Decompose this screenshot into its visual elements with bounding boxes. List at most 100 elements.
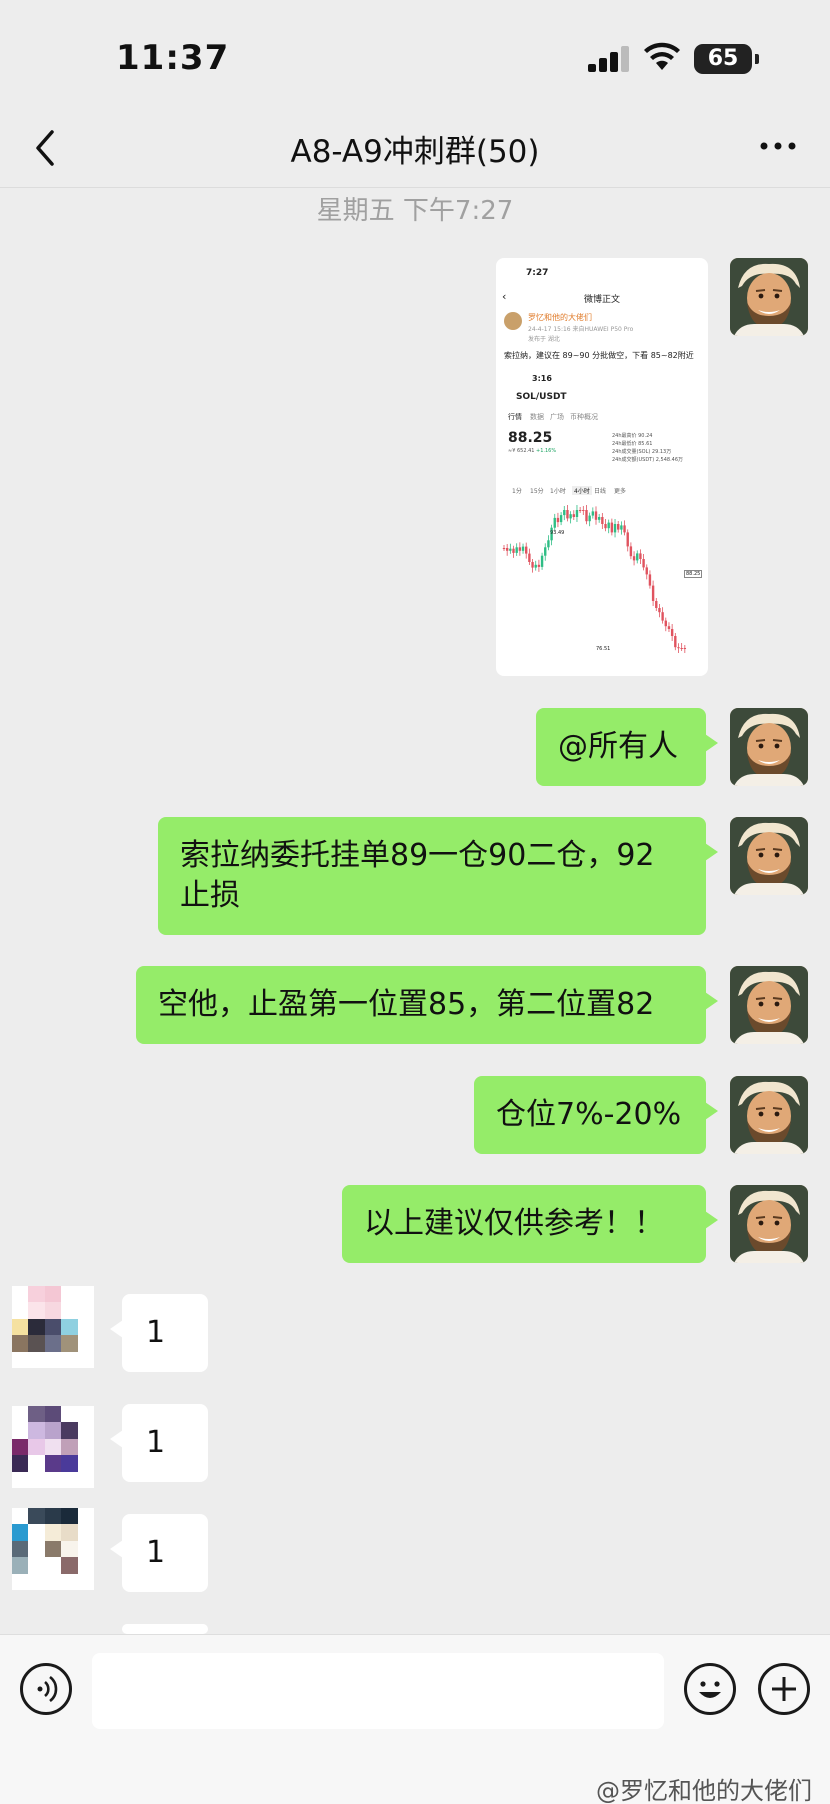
candle-body: [645, 567, 648, 575]
incoming-message[interactable]: 1: [110, 1404, 208, 1482]
outgoing-message[interactable]: 空他，止盈第一位置85，第二位置82: [136, 966, 718, 1044]
candle-body: [553, 517, 556, 528]
signal-icon: [588, 46, 630, 72]
img-interval: 15分: [530, 488, 544, 495]
status-time: 11:37: [116, 38, 230, 78]
own-avatar[interactable]: [730, 966, 808, 1044]
candle-body: [572, 514, 575, 517]
message-text: 止损: [180, 878, 240, 913]
img-interval: 1分: [512, 488, 522, 495]
more-dots-icon[interactable]: [758, 136, 798, 156]
watermark: @罗忆和他的大佬们: [596, 1777, 812, 1804]
img-tab: 行情: [508, 413, 522, 421]
outgoing-message[interactable]: 索拉纳委托挂单89一仓90二仓，92 止损: [158, 817, 718, 935]
img-stat: 24h最低价 85.61: [612, 441, 653, 447]
candle-body: [588, 515, 591, 522]
img-interval: 更多: [614, 488, 627, 495]
candle-body: [651, 585, 655, 601]
img-price-sub: ≈¥ 652.41: [508, 448, 535, 454]
candle-body: [620, 525, 623, 530]
candle-body: [683, 648, 687, 649]
candle-body: [648, 574, 652, 586]
candle-body: [582, 510, 585, 511]
image-message[interactable]: 7:27 微博正文 ‹ 罗忆和他的大佬们 24-4-17 15:16 来自HUA…: [496, 258, 708, 676]
incoming-message[interactable]: 1: [110, 1294, 208, 1372]
candle-body: [559, 515, 563, 523]
message-text: 仓位7%-20%: [496, 1097, 682, 1132]
candle-body: [591, 511, 595, 516]
img-high-label: 93.49: [550, 530, 565, 536]
candle-body: [540, 555, 544, 567]
incoming-message-partial[interactable]: [110, 1624, 208, 1668]
candle-body: [604, 524, 607, 529]
voice-icon[interactable]: [20, 1663, 72, 1715]
candle-body: [509, 548, 512, 551]
emoji-icon[interactable]: [684, 1663, 736, 1715]
message-text: 以上建议仅供参考！！: [364, 1206, 664, 1241]
img-interval: 1小时: [550, 488, 566, 495]
message-input[interactable]: [92, 1653, 664, 1729]
candle-body: [597, 517, 601, 520]
outgoing-message[interactable]: 仓位7%-20%: [474, 1076, 718, 1154]
candle-body: [569, 514, 572, 519]
candle-body: [512, 548, 515, 553]
img-stat: 24h成交量(SOL) 29.13万: [612, 449, 672, 455]
img-interval: 4小时: [572, 486, 592, 495]
candle-body: [655, 601, 658, 608]
member-avatar[interactable]: [12, 1406, 94, 1488]
img-stat: 24h最高价 90.24: [612, 433, 653, 439]
img-status-time: 7:27: [526, 268, 549, 278]
outgoing-message[interactable]: 以上建议仅供参考！！: [342, 1185, 718, 1263]
own-avatar[interactable]: [730, 817, 808, 895]
candle-body: [677, 647, 680, 649]
battery-icon: 65: [694, 44, 759, 74]
img-meta: 24-4-17 15:16 来自HUAWEI P50 Pro: [528, 326, 634, 333]
img-pair: SOL/USDT: [516, 392, 567, 402]
img-author: 罗忆和他的大佬们: [528, 313, 592, 322]
candle-body: [537, 564, 541, 567]
chat-header: A8-A9冲刺群(50): [0, 110, 830, 188]
own-avatar[interactable]: [730, 258, 808, 336]
candle-body: [613, 524, 617, 533]
img-last-label: 88.25: [684, 570, 703, 578]
own-avatar[interactable]: [730, 708, 808, 786]
candle-body: [601, 517, 604, 524]
message-text: 1: [146, 1425, 166, 1460]
outgoing-message[interactable]: @所有人: [536, 708, 718, 786]
candle-body: [629, 546, 633, 557]
img-stat: 24h成交额(USDT) 2,548.46万: [612, 457, 684, 463]
img-back-icon: ‹: [502, 290, 507, 303]
own-avatar[interactable]: [730, 1076, 808, 1154]
candle-body: [525, 546, 528, 554]
status-bar: 11:37 65: [0, 0, 830, 110]
candle-body: [502, 548, 506, 549]
message-text: 索拉纳委托挂单89一仓90二仓，92: [180, 838, 655, 873]
candle-body: [515, 547, 518, 553]
candle-body: [642, 559, 645, 568]
candle-body: [566, 510, 569, 519]
candle-body: [585, 510, 588, 522]
own-avatar[interactable]: [730, 1185, 808, 1263]
candle-body: [670, 629, 674, 636]
member-avatar[interactable]: [12, 1508, 94, 1590]
img-interval: 日线: [594, 488, 607, 495]
candle-body: [594, 511, 598, 520]
message-timestamp: 星期五 下午7:27: [316, 196, 514, 226]
candle-body: [626, 532, 629, 547]
candle-body: [521, 546, 525, 551]
candle-body: [610, 522, 614, 533]
img-inner-time: 3:16: [532, 374, 552, 383]
plus-icon[interactable]: [758, 1663, 810, 1715]
candle-body: [607, 522, 610, 529]
img-price: 88.25: [508, 430, 553, 446]
candle-body: [680, 648, 683, 649]
candle-body: [661, 612, 664, 621]
incoming-message[interactable]: 1: [110, 1514, 208, 1592]
candle-body: [617, 524, 620, 530]
candle-body: [534, 564, 537, 568]
candle-body: [667, 626, 671, 629]
member-avatar[interactable]: [12, 1286, 94, 1368]
candle-body: [578, 510, 582, 511]
message-text: @所有人: [558, 729, 678, 764]
candle-body: [547, 540, 550, 548]
